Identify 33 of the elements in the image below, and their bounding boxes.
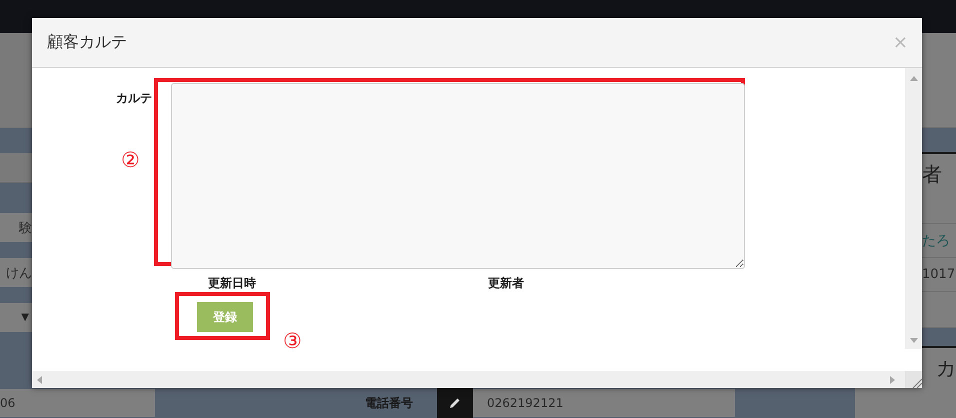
background-band [0, 128, 32, 153]
field-label: カルテ [116, 90, 152, 106]
background-band [922, 128, 956, 154]
background-panel [0, 153, 32, 183]
background-field: 06 [0, 389, 155, 417]
background-band [0, 287, 32, 303]
annotation-number: ② [121, 150, 140, 171]
background-text: 1017 [922, 267, 956, 282]
scroll-right-icon[interactable] [890, 376, 895, 384]
resize-grip-icon[interactable] [912, 378, 922, 388]
horizontal-scrollbar[interactable] [32, 371, 922, 388]
background-band [0, 183, 32, 213]
background-heading: カ [936, 354, 956, 382]
column-label: 更新者 [488, 276, 524, 290]
dialog-title: 顧客カルテ [47, 32, 127, 53]
background-field: 0262192121 [473, 389, 735, 417]
background-text: 験 [19, 220, 32, 236]
background-band [0, 242, 32, 258]
background-text: けん [6, 264, 32, 282]
register-button[interactable]: 登録 [197, 302, 253, 332]
edit-button[interactable] [437, 388, 473, 418]
background-heading: 者 [922, 160, 942, 188]
background-band [922, 328, 956, 348]
vertical-scrollbar[interactable] [905, 68, 922, 349]
scroll-down-icon[interactable] [910, 338, 918, 343]
scroll-up-icon[interactable] [910, 76, 918, 81]
background-label: 電話番号 [365, 394, 414, 412]
annotation-number: ③ [283, 331, 302, 352]
pencil-icon [449, 397, 461, 409]
column-label: 更新日時 [208, 276, 256, 290]
close-button[interactable]: × [892, 32, 908, 53]
dropdown-caret: ▼ [21, 312, 29, 323]
scroll-left-icon[interactable] [37, 376, 42, 384]
